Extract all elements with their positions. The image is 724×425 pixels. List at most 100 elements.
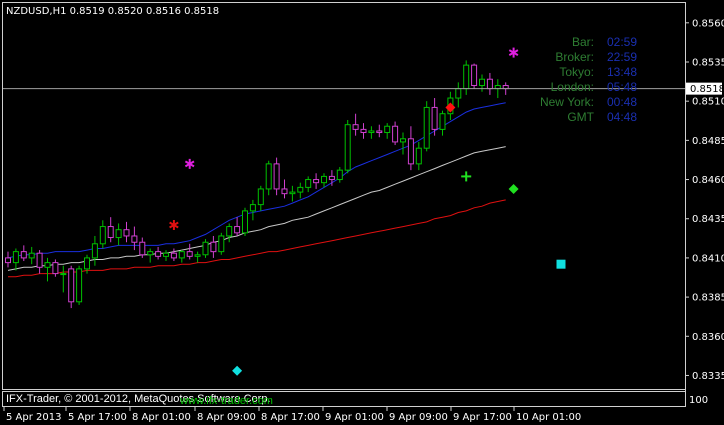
price-tick-label: 0.8460	[692, 175, 724, 186]
price-tick-label: 0.8485	[692, 136, 724, 147]
time-tick-label: 9 Apr 09:00	[389, 412, 448, 423]
candle-body	[257, 188, 264, 206]
candle-body	[194, 254, 201, 257]
candle	[242, 207, 248, 236]
candle	[68, 265, 75, 309]
price-tick-label: 0.8435	[692, 214, 724, 225]
candle-body	[178, 251, 185, 259]
candle-body	[344, 124, 351, 171]
candle-body	[170, 252, 177, 259]
candle-body	[392, 125, 399, 143]
candle-body	[463, 64, 470, 90]
price-tick-label: 0.8335	[692, 371, 724, 382]
clock-value-gmt: 04:48	[607, 110, 637, 124]
candle-body	[5, 257, 11, 264]
candle	[76, 265, 83, 305]
candle-body	[36, 252, 43, 268]
candle-body	[431, 106, 438, 130]
candle-body	[210, 241, 217, 253]
time-tick-label: 9 Apr 17:00	[453, 412, 512, 423]
candle-body	[147, 251, 154, 256]
candle-body	[423, 106, 430, 149]
candle	[202, 239, 209, 258]
candle-body	[91, 243, 98, 259]
candle-body	[265, 163, 272, 190]
candle-body	[321, 175, 327, 184]
candle-body	[139, 241, 146, 256]
candle-body	[352, 124, 359, 130]
time-tick-label: 8 Apr 09:00	[197, 412, 256, 423]
time-tick-label: 8 Apr 17:00	[261, 412, 320, 423]
candle	[471, 63, 478, 89]
clock-value-newyork: 00:48	[607, 95, 637, 109]
candle-body	[218, 235, 225, 253]
candle	[423, 101, 430, 152]
candle-body	[115, 229, 122, 239]
candle-body	[368, 130, 375, 134]
candle-body	[242, 210, 248, 234]
candle	[218, 232, 225, 255]
candle-body	[376, 130, 383, 134]
candle-body	[84, 257, 90, 270]
price-chart[interactable]: NZDUSD,H1 0.8519 0.8520 0.8516 0.8518 0.…	[0, 0, 724, 425]
candle-body	[155, 251, 162, 257]
symbol-info: NZDUSD,H1 0.8519 0.8520 0.8516 0.8518	[6, 6, 219, 17]
candle-body	[68, 268, 75, 303]
candle-body	[328, 175, 335, 181]
price-tick-label: 0.8410	[692, 253, 724, 264]
candle-body	[226, 226, 233, 237]
clock-label-tokyo: Tokyo:	[559, 65, 594, 79]
price-tick-label: 0.8510	[692, 97, 724, 108]
time-tick-label: 5 Apr 2013	[6, 412, 61, 423]
price-tick-label: 0.8360	[692, 332, 724, 343]
clock-label-newyork: New York:	[540, 95, 594, 109]
candle-body	[107, 226, 114, 239]
clock-value-tokyo: 13:48	[607, 65, 637, 79]
candle-body	[336, 169, 343, 181]
candle-body	[60, 273, 67, 276]
clock-value-bar: 02:59	[607, 35, 637, 49]
candle-body	[99, 226, 106, 245]
clock-label-bar: Bar:	[572, 35, 594, 49]
clock-label-gmt: GMT	[567, 110, 594, 124]
candle-body	[20, 251, 27, 259]
candle-body	[455, 88, 462, 99]
candle-body	[439, 113, 446, 130]
candle-body	[313, 179, 320, 184]
candle-body	[486, 78, 493, 90]
time-tick-label: 8 Apr 01:00	[132, 412, 191, 423]
time-tick-label: 9 Apr 01:00	[325, 412, 384, 423]
candle-body	[131, 235, 138, 243]
price-tick-label: 0.8385	[692, 293, 724, 304]
candle	[344, 119, 351, 174]
candle-body	[123, 229, 130, 237]
candle-body	[12, 251, 19, 264]
candle-body	[249, 204, 256, 212]
clock-label-london: London:	[551, 80, 594, 94]
candle-body	[76, 268, 83, 303]
clock-value-broker: 22:59	[607, 50, 637, 64]
candle-body	[281, 188, 288, 195]
candle-body	[400, 138, 406, 143]
candle-body	[273, 163, 280, 190]
clock-label-broker: Broker:	[555, 50, 594, 64]
candle-body	[360, 128, 367, 134]
candle-body	[44, 262, 51, 268]
overlay-url-text: www.ifx-trader.com	[179, 395, 273, 407]
candle-body	[186, 251, 193, 257]
candle-body	[202, 241, 209, 256]
candle-body	[407, 138, 414, 165]
candle-body	[471, 64, 478, 87]
candle-body	[297, 186, 304, 193]
candle-body	[479, 78, 485, 87]
time-tick-label: 10 Apr 01:00	[516, 412, 581, 423]
candle-body	[384, 125, 391, 134]
candle-body	[52, 262, 59, 275]
time-tick-label: 5 Apr 17:00	[68, 412, 127, 423]
clock-value-london: 05:48	[607, 80, 637, 94]
price-tick-label: 0.8535	[692, 57, 724, 68]
candle-body	[234, 226, 241, 234]
square-marker-icon	[556, 259, 566, 269]
candle-body	[305, 179, 312, 188]
candle-body	[28, 252, 35, 259]
